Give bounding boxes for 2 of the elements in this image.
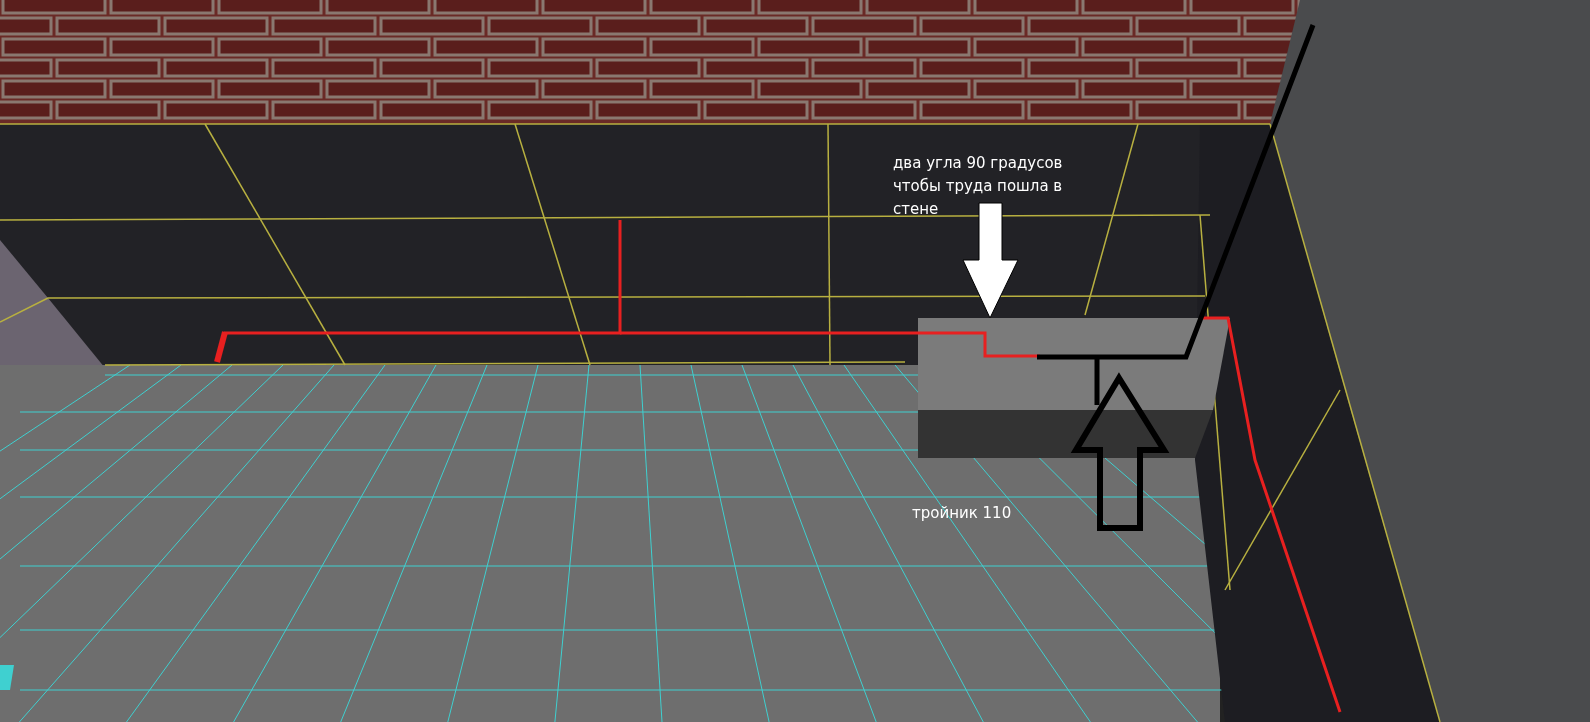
annotation-text: тройник 110 xyxy=(912,504,1012,522)
annotation-text: два угла 90 градусов чтобы труда пошла в стене xyxy=(893,154,1063,218)
